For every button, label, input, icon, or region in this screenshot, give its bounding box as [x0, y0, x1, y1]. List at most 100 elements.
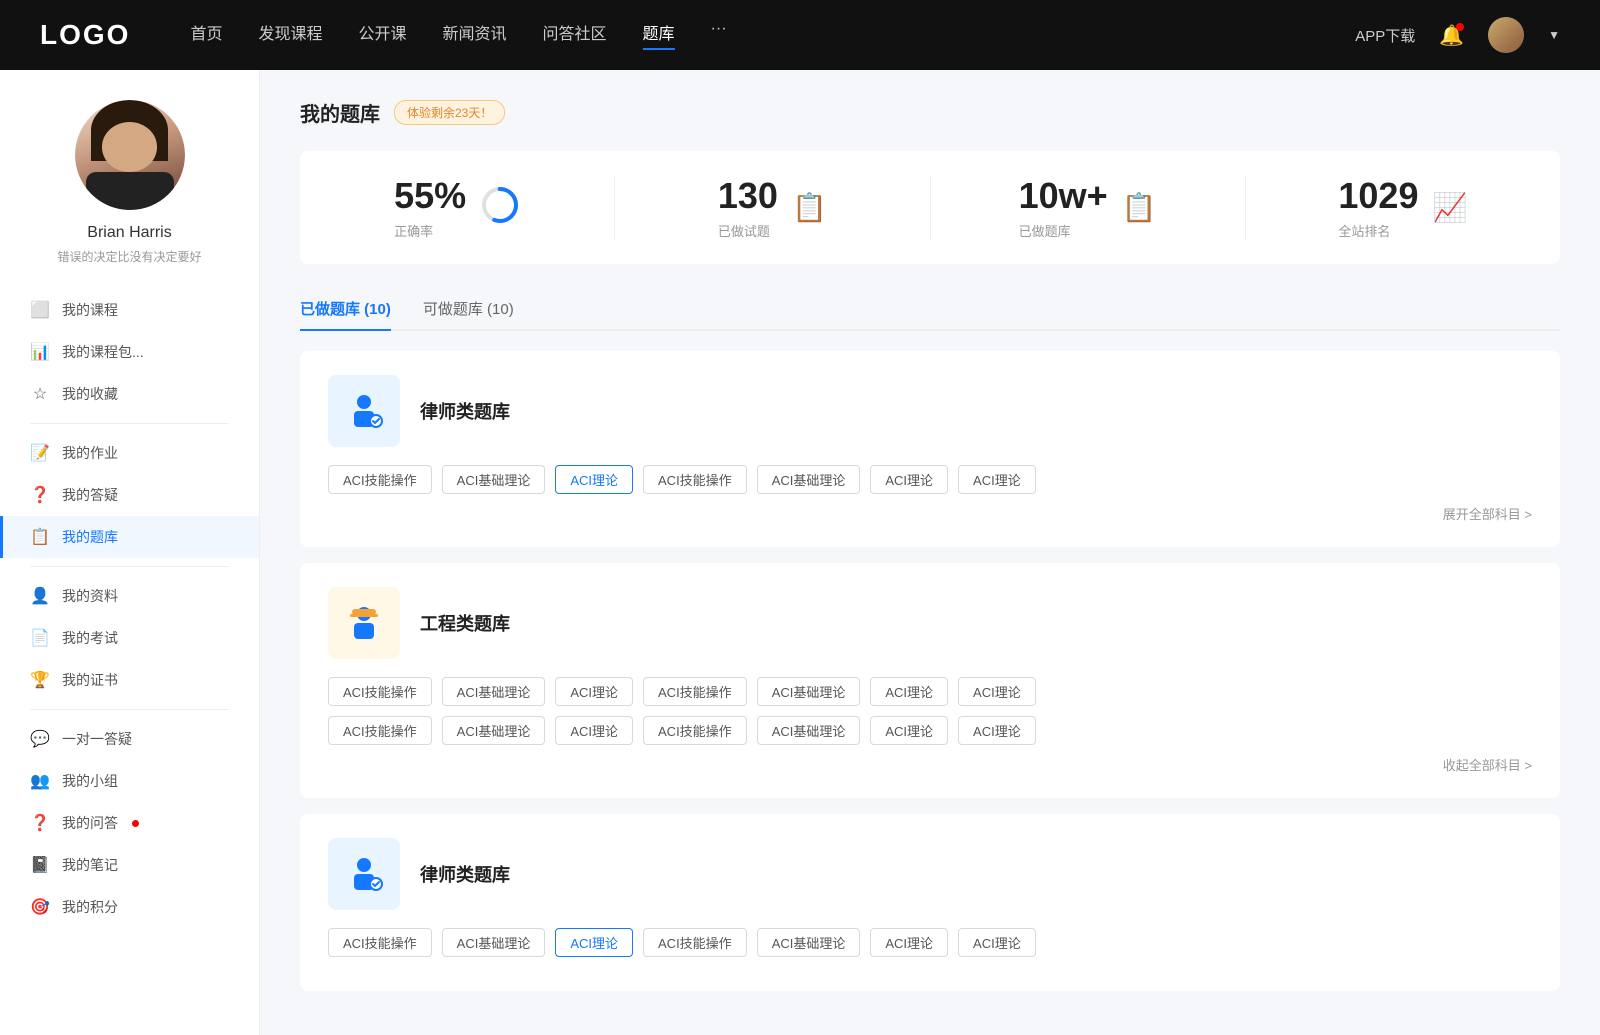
stat-accuracy-label: 正确率: [394, 221, 466, 240]
tag-e2-aci-theory-3[interactable]: ACI理论: [958, 716, 1036, 745]
sidebar-item-my-points[interactable]: 🎯 我的积分: [0, 886, 259, 928]
sidebar-item-label: 我的问答: [62, 813, 118, 833]
tag-aci-basic-theory-2[interactable]: ACI基础理论: [757, 465, 861, 494]
one-on-one-icon: 💬: [30, 729, 50, 749]
my-questions-icon: ❓: [30, 813, 50, 833]
sidebar-divider-3: [30, 709, 229, 710]
tag-l2-aci-theory-active[interactable]: ACI理论: [555, 928, 633, 957]
qbank-tags-1: ACI技能操作 ACI基础理论 ACI理论 ACI技能操作 ACI基础理论 AC…: [328, 465, 1532, 494]
stat-done-questions-left: 130 已做试题: [718, 175, 778, 240]
sidebar-item-my-packages[interactable]: 📊 我的课程包...: [0, 331, 259, 373]
stat-accuracy-value: 55%: [394, 175, 466, 217]
sidebar-item-label: 我的答疑: [62, 485, 118, 505]
tag-e-aci-basic-2[interactable]: ACI基础理论: [757, 677, 861, 706]
tag-e2-aci-skill-1[interactable]: ACI技能操作: [328, 716, 432, 745]
tag-l2-aci-theory-3[interactable]: ACI理论: [958, 928, 1036, 957]
nav-discover[interactable]: 发现课程: [258, 20, 322, 50]
sidebar-item-my-certificate[interactable]: 🏆 我的证书: [0, 659, 259, 701]
sidebar-item-label: 一对一答疑: [62, 729, 132, 749]
tag-e-aci-skill-1[interactable]: ACI技能操作: [328, 677, 432, 706]
nav-qa[interactable]: 问答社区: [543, 20, 607, 50]
sidebar-item-my-notes[interactable]: 📓 我的笔记: [0, 844, 259, 886]
tab-done-banks[interactable]: 已做题库 (10): [300, 288, 391, 329]
my-exam-icon: 📄: [30, 628, 50, 648]
bell-icon[interactable]: 🔔: [1439, 23, 1464, 48]
question-notification-dot: [132, 820, 139, 827]
qbank-card-engineer: 工程类题库 ACI技能操作 ACI基础理论 ACI理论 ACI技能操作 ACI基…: [300, 563, 1560, 798]
tag-aci-skill-op-2[interactable]: ACI技能操作: [643, 465, 747, 494]
my-favorites-icon: ☆: [30, 384, 50, 404]
tag-l2-aci-basic-2[interactable]: ACI基础理论: [757, 928, 861, 957]
tag-e2-aci-basic-2[interactable]: ACI基础理论: [757, 716, 861, 745]
sidebar-item-my-group[interactable]: 👥 我的小组: [0, 760, 259, 802]
tag-e2-aci-skill-2[interactable]: ACI技能操作: [643, 716, 747, 745]
main-content: 我的题库 体验剩余23天！ 55% 正确率 130: [260, 70, 1600, 1035]
nav-more[interactable]: ···: [711, 20, 727, 50]
tag-l2-aci-skill-2[interactable]: ACI技能操作: [643, 928, 747, 957]
sidebar-item-label: 我的资料: [62, 586, 118, 606]
sidebar-menu: ⬜ 我的课程 📊 我的课程包... ☆ 我的收藏 📝 我的作业 ❓ 我的答疑 📋: [0, 289, 259, 928]
qbank-tags-3: ACI技能操作 ACI基础理论 ACI理论 ACI技能操作 ACI基础理论 AC…: [328, 928, 1532, 957]
tag-l2-aci-skill-1[interactable]: ACI技能操作: [328, 928, 432, 957]
sidebar-item-label: 我的课程: [62, 300, 118, 320]
page-title-row: 我的题库 体验剩余23天！: [300, 98, 1560, 127]
my-homework-icon: 📝: [30, 443, 50, 463]
tag-aci-skill-op-1[interactable]: ACI技能操作: [328, 465, 432, 494]
sidebar-item-my-courses[interactable]: ⬜ 我的课程: [0, 289, 259, 331]
sidebar-item-my-favorites[interactable]: ☆ 我的收藏: [0, 373, 259, 415]
tag-aci-theory-2[interactable]: ACI理论: [870, 465, 948, 494]
sidebar-username: Brian Harris: [87, 224, 171, 242]
tag-e-aci-basic-1[interactable]: ACI基础理论: [442, 677, 546, 706]
my-qbank-icon: 📋: [30, 527, 50, 547]
expand-link-2[interactable]: 收起全部科目 >: [328, 755, 1532, 774]
stat-done-questions-label: 已做试题: [718, 221, 778, 240]
sidebar-item-my-homework[interactable]: 📝 我的作业: [0, 432, 259, 474]
expand-link-1[interactable]: 展开全部科目 >: [328, 504, 1532, 523]
stats-card: 55% 正确率 130 已做试题 📋 10: [300, 151, 1560, 264]
tag-l2-aci-theory-2[interactable]: ACI理论: [870, 928, 948, 957]
sidebar-item-label: 我的积分: [62, 897, 118, 917]
ranking-icon: 📈: [1432, 191, 1467, 224]
stat-done-questions: 130 已做试题 📋: [615, 175, 930, 240]
nav-news[interactable]: 新闻资讯: [443, 20, 507, 50]
tag-e2-aci-basic-1[interactable]: ACI基础理论: [442, 716, 546, 745]
qbank-header-3: 律师类题库: [328, 838, 1532, 910]
sidebar-item-my-questions[interactable]: ❓ 我的问答: [0, 802, 259, 844]
sidebar-item-label: 我的作业: [62, 443, 118, 463]
my-group-icon: 👥: [30, 771, 50, 791]
tag-e-aci-theory-2[interactable]: ACI理论: [870, 677, 948, 706]
accuracy-chart-icon: [480, 185, 520, 230]
app-download-button[interactable]: APP下载: [1355, 25, 1415, 46]
sidebar-item-my-exam[interactable]: 📄 我的考试: [0, 617, 259, 659]
stat-ranking-label: 全站排名: [1338, 221, 1418, 240]
qbank-header-2: 工程类题库: [328, 587, 1532, 659]
tag-e2-aci-theory-1[interactable]: ACI理论: [555, 716, 633, 745]
sidebar-item-label: 我的证书: [62, 670, 118, 690]
tag-e-aci-skill-2[interactable]: ACI技能操作: [643, 677, 747, 706]
sidebar-item-label: 我的收藏: [62, 384, 118, 404]
logo: LOGO: [40, 19, 130, 51]
tag-l2-aci-basic-1[interactable]: ACI基础理论: [442, 928, 546, 957]
sidebar-item-one-on-one[interactable]: 💬 一对一答疑: [0, 718, 259, 760]
tag-aci-theory-1-active[interactable]: ACI理论: [555, 465, 633, 494]
user-avatar-nav[interactable]: [1488, 17, 1524, 53]
stat-accuracy-left: 55% 正确率: [394, 175, 466, 240]
nav-question-bank[interactable]: 题库: [643, 20, 675, 50]
tab-available-banks[interactable]: 可做题库 (10): [423, 288, 514, 329]
nav-open-course[interactable]: 公开课: [358, 20, 406, 50]
my-cert-icon: 🏆: [30, 670, 50, 690]
tag-e-aci-theory-3[interactable]: ACI理论: [958, 677, 1036, 706]
sidebar-item-my-question-bank[interactable]: 📋 我的题库: [0, 516, 259, 558]
tag-aci-theory-3[interactable]: ACI理论: [958, 465, 1036, 494]
sidebar-item-my-qa[interactable]: ❓ 我的答疑: [0, 474, 259, 516]
tag-e-aci-theory-1[interactable]: ACI理论: [555, 677, 633, 706]
my-qa-icon: ❓: [30, 485, 50, 505]
chevron-down-icon[interactable]: ▼: [1548, 28, 1560, 42]
qbank-title-1: 律师类题库: [420, 398, 510, 424]
sidebar-item-my-profile[interactable]: 👤 我的资料: [0, 575, 259, 617]
tag-aci-basic-theory-1[interactable]: ACI基础理论: [442, 465, 546, 494]
nav-home[interactable]: 首页: [190, 20, 222, 50]
qbank-icon-engineer: [328, 587, 400, 659]
tag-e2-aci-theory-2[interactable]: ACI理论: [870, 716, 948, 745]
sidebar-item-label: 我的课程包...: [62, 342, 144, 362]
